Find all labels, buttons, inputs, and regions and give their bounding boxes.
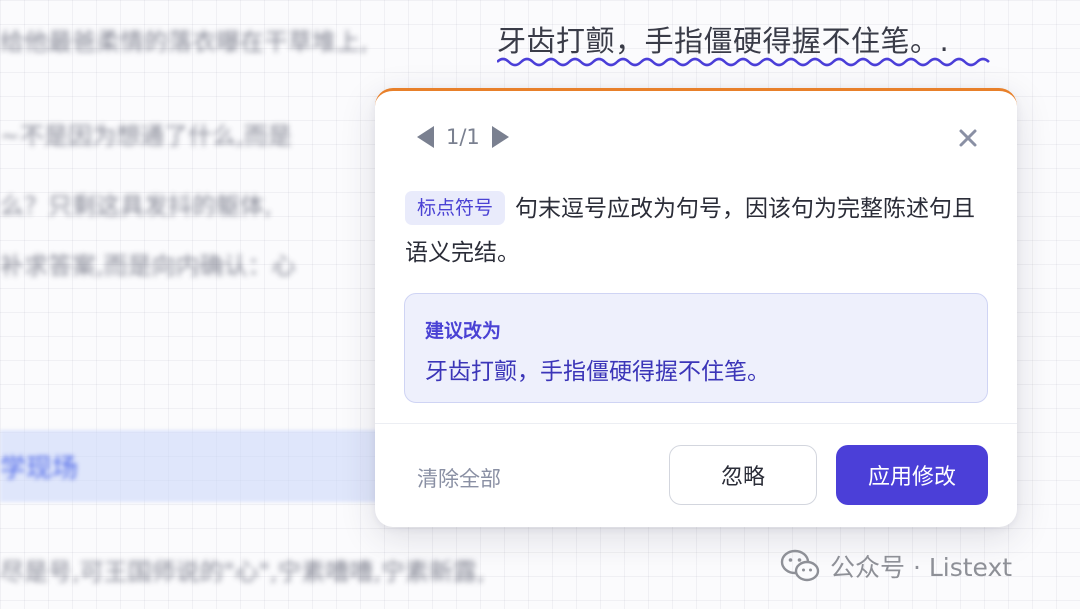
background-text-line: ~不是因为想通了什么,而是 [0, 122, 292, 150]
ignore-button[interactable]: 忽略 [669, 445, 817, 505]
suggestion-text: 牙齿打颤，手指僵硬得握不住笔。 [425, 359, 770, 385]
issue-category-badge: 标点符号 [405, 191, 506, 225]
suggestion-popover: 1/1 标点符号 句末逗号应改为句号，因该句为完整陈述句且语义完结。 建议改为 牙… [375, 88, 1017, 527]
error-squiggle-underline [497, 57, 990, 67]
watermark-text: 公众号 · Listext [830, 553, 1013, 582]
previous-arrow-icon[interactable] [417, 126, 434, 148]
suggestion-box: 建议改为 牙齿打颤，手指僵硬得握不住笔。 [404, 293, 988, 403]
background-link: 学现场 [0, 454, 79, 484]
flagged-sentence-text: 牙齿打颤，手指僵硬得握不住笔。. [497, 24, 950, 58]
apply-fix-button[interactable]: 应用修改 [836, 445, 988, 505]
close-icon[interactable] [957, 127, 979, 149]
watermark: 公众号 · Listext [780, 548, 1012, 584]
background-text-line: 给他最爸柔情的落衣曝在干草堆上, [0, 28, 368, 56]
suggestion-pager: 1/1 [417, 125, 509, 149]
clear-all-button[interactable]: 清除全部 [417, 463, 501, 493]
next-arrow-icon[interactable] [491, 126, 509, 148]
background-text-line: 补求答案,而是向内确认：心 [0, 252, 296, 280]
background-text-line: 么？只剩这具发抖的躯体, [0, 192, 272, 220]
footer-divider [375, 423, 1017, 424]
issue-description: 标点符号 句末逗号应改为句号，因该句为完整陈述句且语义完结。 [405, 187, 990, 275]
flagged-sentence[interactable]: 牙齿打颤，手指僵硬得握不住笔。. [497, 18, 990, 67]
suggestion-title: 建议改为 [425, 320, 502, 342]
pager-count: 1/1 [446, 125, 480, 149]
background-text-line: 尽是号,可王国师说的"心",宁素嘈嘈,宁素新露, [0, 558, 485, 586]
wechat-icon [780, 549, 820, 582]
